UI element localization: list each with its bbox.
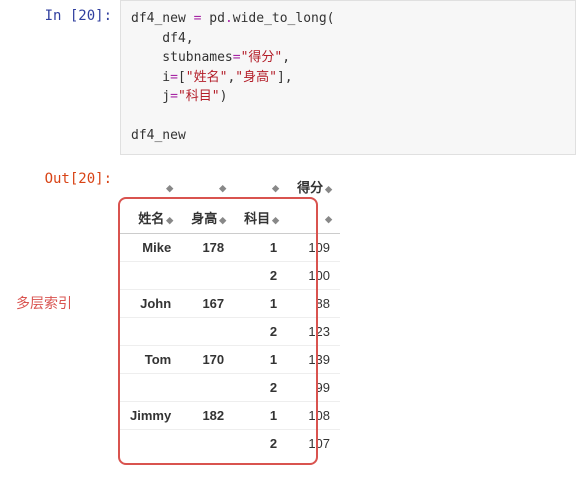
in-prompt: In [20]: <box>0 0 120 155</box>
header-blank[interactable]: ◆ <box>181 171 234 202</box>
header-blank[interactable]: ◆ <box>120 171 181 202</box>
code-token: = <box>170 70 178 85</box>
cell-height <box>181 261 234 289</box>
code-token: = <box>170 89 178 104</box>
sort-icon: ◆ <box>166 183 171 193</box>
table-row: 2107 <box>120 429 340 457</box>
input-cell: In [20]: df4_new = pd.wide_to_long( df4,… <box>0 0 576 155</box>
cell-score: 139 <box>287 345 340 373</box>
code-token: df4_new <box>131 11 194 26</box>
cell-subject: 2 <box>234 317 287 345</box>
code-token: pd <box>201 11 224 26</box>
code-token: "身高" <box>235 70 277 85</box>
cell-name <box>120 261 181 289</box>
table-row: Tom1701139 <box>120 345 340 373</box>
cell-height: 167 <box>181 289 234 317</box>
index-header-subject[interactable]: 科目◆ <box>234 202 287 234</box>
table-body: Mike1781109 2100 John167188 2123 Tom1701… <box>120 233 340 457</box>
cell-height: 178 <box>181 233 234 261</box>
dataframe-table: ◆ ◆ ◆ 得分◆ 姓名◆ 身高◆ 科目◆ ◆ Mike1781109 2100… <box>120 171 340 457</box>
table-row: 2123 <box>120 317 340 345</box>
header-blank[interactable]: ◆ <box>287 202 340 234</box>
annotation-label: 多层索引 <box>16 293 72 313</box>
cell-score: 88 <box>287 289 340 317</box>
code-token: , <box>282 50 290 65</box>
cell-subject: 1 <box>234 233 287 261</box>
sort-icon: ◆ <box>272 183 277 193</box>
code-token: . <box>225 11 233 26</box>
code-token: ) <box>220 89 228 104</box>
table-row: Mike1781109 <box>120 233 340 261</box>
sort-icon: ◆ <box>219 215 224 225</box>
cell-score: 123 <box>287 317 340 345</box>
cell-name <box>120 429 181 457</box>
table-row: 299 <box>120 373 340 401</box>
index-header-name[interactable]: 姓名◆ <box>120 202 181 234</box>
sort-icon: ◆ <box>166 215 171 225</box>
code-token: df4, <box>131 31 194 46</box>
cell-subject: 1 <box>234 345 287 373</box>
cell-height <box>181 429 234 457</box>
cell-subject: 2 <box>234 429 287 457</box>
code-token: [ <box>178 70 186 85</box>
table-row: 2100 <box>120 261 340 289</box>
cell-score: 108 <box>287 401 340 429</box>
code-token: j <box>131 89 170 104</box>
header-label: 姓名 <box>138 211 164 226</box>
cell-name: John <box>120 289 181 317</box>
sort-icon: ◆ <box>219 183 224 193</box>
code-token: "科目" <box>178 89 220 104</box>
cell-name: Tom <box>120 345 181 373</box>
code-token: wide_to_long( <box>233 11 335 26</box>
cell-score: 109 <box>287 233 340 261</box>
output-content: 多层索引 ◆ ◆ ◆ 得分◆ 姓名◆ 身高◆ 科目◆ ◆ Mike1781109… <box>120 163 576 457</box>
header-blank[interactable]: ◆ <box>234 171 287 202</box>
table-row: John167188 <box>120 289 340 317</box>
cell-score: 100 <box>287 261 340 289</box>
code-token: "得分" <box>241 50 283 65</box>
code-token: stubnames <box>131 50 233 65</box>
code-block[interactable]: df4_new = pd.wide_to_long( df4, stubname… <box>120 0 576 155</box>
cell-subject: 1 <box>234 401 287 429</box>
cell-name <box>120 317 181 345</box>
cell-subject: 2 <box>234 261 287 289</box>
cell-height <box>181 373 234 401</box>
code-token: df4_new <box>131 128 186 143</box>
header-label: 身高 <box>191 211 217 226</box>
cell-name <box>120 373 181 401</box>
cell-name: Mike <box>120 233 181 261</box>
sort-icon: ◆ <box>272 215 277 225</box>
cell-height: 170 <box>181 345 234 373</box>
cell-height: 182 <box>181 401 234 429</box>
cell-height <box>181 317 234 345</box>
cell-name: Jimmy <box>120 401 181 429</box>
code-token: ], <box>277 70 293 85</box>
code-token: = <box>233 50 241 65</box>
output-cell: Out[20]: 多层索引 ◆ ◆ ◆ 得分◆ 姓名◆ 身高◆ 科目◆ ◆ Mi… <box>0 163 576 457</box>
cell-score: 107 <box>287 429 340 457</box>
header-label: 得分 <box>297 180 323 195</box>
sort-icon: ◆ <box>325 214 330 224</box>
index-header-height[interactable]: 身高◆ <box>181 202 234 234</box>
cell-subject: 2 <box>234 373 287 401</box>
header-score[interactable]: 得分◆ <box>287 171 340 202</box>
header-label: 科目 <box>244 211 270 226</box>
code-token: "姓名" <box>186 70 228 85</box>
cell-subject: 1 <box>234 289 287 317</box>
code-token: i <box>131 70 170 85</box>
sort-icon: ◆ <box>325 184 330 194</box>
table-row: Jimmy1821108 <box>120 401 340 429</box>
cell-score: 99 <box>287 373 340 401</box>
